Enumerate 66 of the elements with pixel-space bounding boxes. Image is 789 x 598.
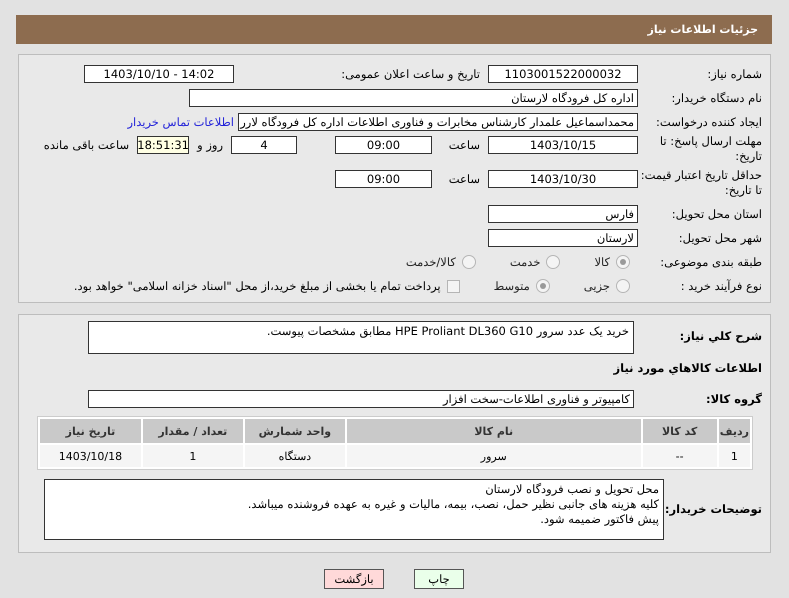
time-field: 09:00 xyxy=(335,170,432,188)
radio-button[interactable] xyxy=(462,255,476,269)
table-cell: دستگاه xyxy=(244,445,345,467)
table-cell: 1403/10/18 xyxy=(40,445,141,467)
checkbox-label: پرداخت تمام یا بخشی از مبلغ خرید،از محل "اسناد خزانه اسلامی" خواهد بود. xyxy=(74,279,441,293)
days-label: روز و xyxy=(196,138,224,152)
back-button[interactable]: بازگشت xyxy=(324,569,384,589)
table-cell: سرور xyxy=(347,445,640,467)
province-field: فارس xyxy=(488,205,638,223)
column-header: تاریخ نیاز xyxy=(40,419,141,443)
radio-option[interactable]: خدمت xyxy=(510,255,560,269)
field-label: شهر محل تحویل: xyxy=(678,230,763,246)
radio-label: کالا/خدمت xyxy=(406,255,456,269)
table-cell: 1 xyxy=(142,445,243,467)
radio-option[interactable]: کالا xyxy=(594,255,630,269)
goods-group-field: کامپیوتر و فناوری اطلاعات-سخت افزار xyxy=(88,390,634,408)
date-field: 1403/10/15 xyxy=(488,136,638,154)
radio-label: جزیی xyxy=(584,279,610,293)
buyer-contact-link[interactable]: اطلاعات تماس خریدار xyxy=(127,115,238,129)
field-label: توضیحات خریدار: xyxy=(664,502,763,516)
radio-option[interactable]: کالا/خدمت xyxy=(406,255,476,269)
column-header: تعداد / مقدار xyxy=(142,419,243,443)
field-label: استان محل تحویل: xyxy=(670,206,763,222)
announce-date-field: 1403/10/10 - 14:02 xyxy=(84,65,234,83)
radio-label: متوسط xyxy=(494,279,530,293)
radio-button[interactable] xyxy=(616,279,630,293)
radio-button[interactable] xyxy=(536,279,550,293)
column-header: نام کالا xyxy=(347,419,640,443)
field-label: نوع فرآیند خرید : xyxy=(680,278,763,294)
section-title: اطلاعات کالاهاي مورد نياز xyxy=(612,360,763,376)
field-label: گروه کالا: xyxy=(705,392,763,406)
field-label: طبقه بندی موضوعی: xyxy=(659,254,763,270)
time-label: ساعت xyxy=(448,172,481,186)
city-field: لارستان xyxy=(488,229,638,247)
buyer-org-field: اداره کل فرودگاه لارستان xyxy=(189,89,638,107)
description-box: خرید یک عدد سرور HPE Proliant DL360 G10 مطابق مشخصات پیوست. xyxy=(88,321,634,354)
field-label: ایجاد کننده درخواست: xyxy=(655,114,763,130)
field-label: تاریخ و ساعت اعلان عمومی: xyxy=(340,67,481,81)
remaining-time-field: 18:51:31 xyxy=(137,136,190,154)
time-field: 09:00 xyxy=(335,136,432,154)
field-label: نام دستگاه خریدار: xyxy=(670,90,763,106)
checkbox[interactable] xyxy=(446,280,460,292)
radio-option[interactable]: متوسط xyxy=(494,279,550,293)
remaining-label: ساعت باقی مانده xyxy=(42,138,130,152)
table-cell: -- xyxy=(642,445,717,467)
field-label: شرح کلي نياز: xyxy=(678,329,763,344)
radio-option[interactable]: جزیی xyxy=(584,279,630,293)
column-header: کد کالا xyxy=(642,419,717,443)
field-label: مهلت ارسال پاسخ: تا تاریخ: xyxy=(658,134,763,164)
date-field: 1403/10/30 xyxy=(488,170,638,188)
radio-label: خدمت xyxy=(510,255,540,269)
field-label: حداقل تاریخ اعتبار قیمت: تا تاریخ: xyxy=(640,168,763,198)
table-cell: 1 xyxy=(718,445,750,467)
creator-field: محمداسماعیل علمدار کارشناس مخابرات و فناوری اطلاعات اداره کل فرودگاه لارر xyxy=(238,113,638,131)
radio-label: کالا xyxy=(594,255,610,269)
radio-button[interactable] xyxy=(546,255,560,269)
days-field: 4 xyxy=(231,136,297,154)
field-label: شماره نیاز: xyxy=(706,66,763,82)
print-button[interactable]: چاپ xyxy=(414,569,464,589)
buyer-notes-box: محل تحویل و نصب فرودگاه لارستان کلیه هزینه های جانبی نظیر حمل، نصب، بیمه، مالیات و غیره به عهده فروشنده میباشد. پیش فاکتور ضمیمه شود. xyxy=(44,478,664,540)
page-header: جزئیات اطلاعات نیاز xyxy=(16,15,772,44)
radio-button[interactable] xyxy=(616,255,630,269)
time-label: ساعت xyxy=(448,138,481,152)
column-header: واحد شمارش xyxy=(244,419,345,443)
column-header: ردیف xyxy=(718,419,750,443)
need-number-field: 1103001522000032 xyxy=(488,65,638,83)
